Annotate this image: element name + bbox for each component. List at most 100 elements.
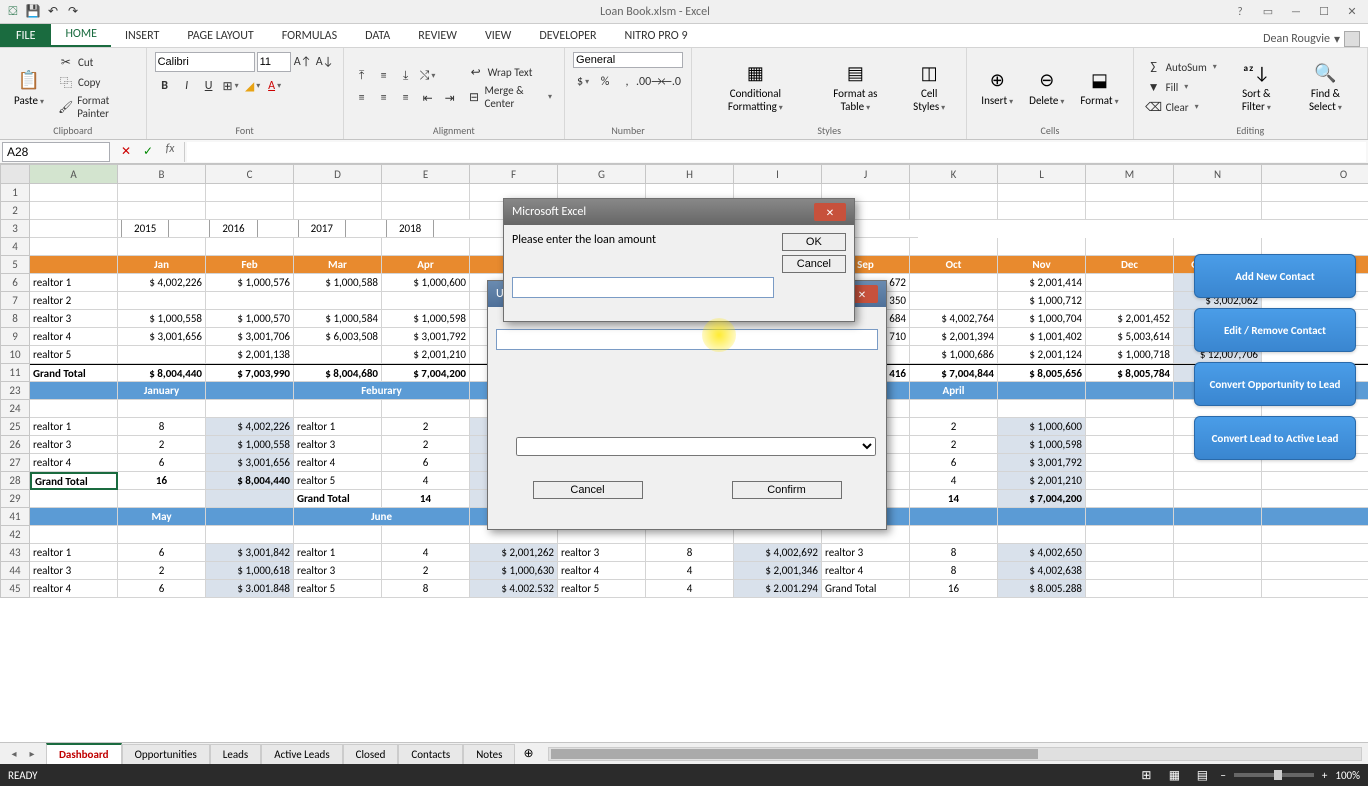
formulas-tab[interactable]: FORMULAS [268, 25, 351, 47]
cell[interactable]: $ 1,000,584 [294, 310, 382, 328]
number-format-select[interactable] [573, 52, 683, 68]
cell[interactable]: realtor 3 [294, 436, 382, 454]
cell[interactable] [382, 238, 470, 256]
cell[interactable]: realtor 4 [30, 580, 118, 598]
cell[interactable] [206, 184, 294, 202]
cell[interactable]: $ 7,003,990 [206, 365, 294, 382]
cell[interactable]: $ 1,000,558 [206, 436, 294, 454]
increase-font-icon[interactable]: A↑ [293, 52, 313, 72]
bold-button[interactable]: B [155, 76, 175, 96]
cell[interactable]: realtor 4 [822, 562, 910, 580]
row-header-7[interactable]: 7 [0, 292, 30, 310]
cell[interactable]: realtor 5 [294, 580, 382, 598]
cell[interactable]: April [910, 382, 998, 400]
sheet-nav-last-icon[interactable]: ▸ [24, 747, 40, 760]
cell[interactable] [30, 490, 118, 508]
cell[interactable]: 14 [382, 490, 470, 508]
new-sheet-button[interactable]: ⊕ [515, 743, 541, 764]
cell[interactable]: $ 2.001.294 [734, 580, 822, 598]
cell[interactable]: $ 1,000,576 [206, 274, 294, 292]
find-select-button[interactable]: 🔍Find & Select [1292, 52, 1359, 122]
home-tab[interactable]: HOME [51, 23, 111, 47]
cell[interactable] [206, 238, 294, 256]
cell[interactable]: 4 [382, 472, 470, 490]
data-tab[interactable]: DATA [351, 25, 404, 47]
cell[interactable] [910, 238, 998, 256]
cell[interactable]: $ 4.002.532 [470, 580, 558, 598]
cell[interactable]: $ 1,000,588 [294, 274, 382, 292]
cell[interactable]: $ 2,001,346 [734, 562, 822, 580]
cancel-fx-icon[interactable]: ✕ [116, 142, 136, 162]
cell[interactable] [910, 274, 998, 292]
cell[interactable] [1086, 184, 1174, 202]
row-header-3[interactable]: 3 [0, 220, 30, 238]
cell[interactable] [206, 292, 294, 310]
cell[interactable] [998, 400, 1086, 418]
cell[interactable] [1174, 562, 1262, 580]
cell[interactable]: Mar [294, 256, 382, 274]
font-color-button[interactable]: A [265, 76, 285, 96]
year-tab-2018[interactable]: 2018 [386, 220, 434, 238]
cell[interactable]: $ 3.001.848 [206, 580, 294, 598]
fill-color-button[interactable]: ◢ [243, 76, 263, 96]
cell[interactable]: $ 1,000,630 [470, 562, 558, 580]
cell[interactable] [30, 256, 118, 274]
cell[interactable] [206, 400, 294, 418]
maximize-icon[interactable]: ☐ [1312, 3, 1336, 21]
row-header-10[interactable]: 10 [0, 346, 30, 364]
cell[interactable] [1174, 544, 1262, 562]
cell[interactable] [118, 526, 206, 544]
col-header-G[interactable]: G [558, 164, 646, 184]
userform-confirm-button[interactable]: Confirm [732, 481, 842, 499]
sheet-tab-leads[interactable]: Leads [210, 744, 261, 764]
cell[interactable]: $ 4,002,650 [998, 544, 1086, 562]
cell[interactable]: $ 4,002,692 [734, 544, 822, 562]
row-header-28[interactable]: 28 [0, 472, 30, 490]
cell[interactable] [1262, 562, 1368, 580]
cell[interactable]: 8 [382, 580, 470, 598]
cell[interactable]: realtor 4 [294, 454, 382, 472]
merge-button[interactable]: ⊟Merge & Center [464, 83, 556, 111]
col-header-A[interactable]: A [30, 164, 118, 184]
indent-decrease-icon[interactable]: ⇤ [418, 88, 438, 108]
cell[interactable]: realtor 5 [294, 472, 382, 490]
sheet-tab-opportunities[interactable]: Opportunities [122, 744, 210, 764]
cell[interactable]: 8 [646, 544, 734, 562]
undo-icon[interactable]: ↶ [44, 3, 62, 21]
redo-icon[interactable]: ↷ [64, 3, 82, 21]
row-header-11[interactable]: 11 [0, 364, 30, 382]
cell[interactable]: realtor 4 [30, 328, 118, 346]
cell[interactable] [118, 346, 206, 364]
cell[interactable]: $ 2,001,452 [1086, 310, 1174, 328]
col-header-L[interactable]: L [998, 164, 1086, 184]
cell[interactable]: 6 [118, 580, 206, 598]
cell[interactable]: 4 [646, 580, 734, 598]
cell[interactable]: 8 [118, 418, 206, 436]
cell[interactable] [118, 292, 206, 310]
cell[interactable]: 8 [910, 544, 998, 562]
cell[interactable] [206, 202, 294, 220]
cell[interactable] [1086, 436, 1174, 454]
cell[interactable]: Nov [998, 256, 1086, 274]
autosum-button[interactable]: ∑AutoSum [1142, 58, 1221, 76]
col-header-J[interactable]: J [822, 164, 910, 184]
cell[interactable]: realtor 1 [30, 418, 118, 436]
cell[interactable]: 2 [118, 562, 206, 580]
cell[interactable] [294, 292, 382, 310]
row-header-44[interactable]: 44 [0, 562, 30, 580]
cell[interactable]: $ 2,001,414 [998, 274, 1086, 292]
align-top-icon[interactable]: ⤒ [352, 66, 372, 86]
cell[interactable] [1086, 274, 1174, 292]
format-painter-button[interactable]: 🖌Format Painter [54, 93, 138, 121]
cell[interactable] [1174, 472, 1262, 490]
cell[interactable]: 6 [118, 544, 206, 562]
row-header-8[interactable]: 8 [0, 310, 30, 328]
cell[interactable]: $ 1,000,712 [998, 292, 1086, 310]
col-header-F[interactable]: F [470, 164, 558, 184]
percent-icon[interactable]: % [595, 72, 615, 92]
cell[interactable]: $ 2,001,124 [998, 346, 1086, 364]
zoom-in-icon[interactable]: + [1322, 769, 1327, 782]
cell[interactable]: Apr [382, 256, 470, 274]
cell[interactable] [998, 508, 1086, 526]
userform-cancel-button[interactable]: Cancel [533, 481, 643, 499]
